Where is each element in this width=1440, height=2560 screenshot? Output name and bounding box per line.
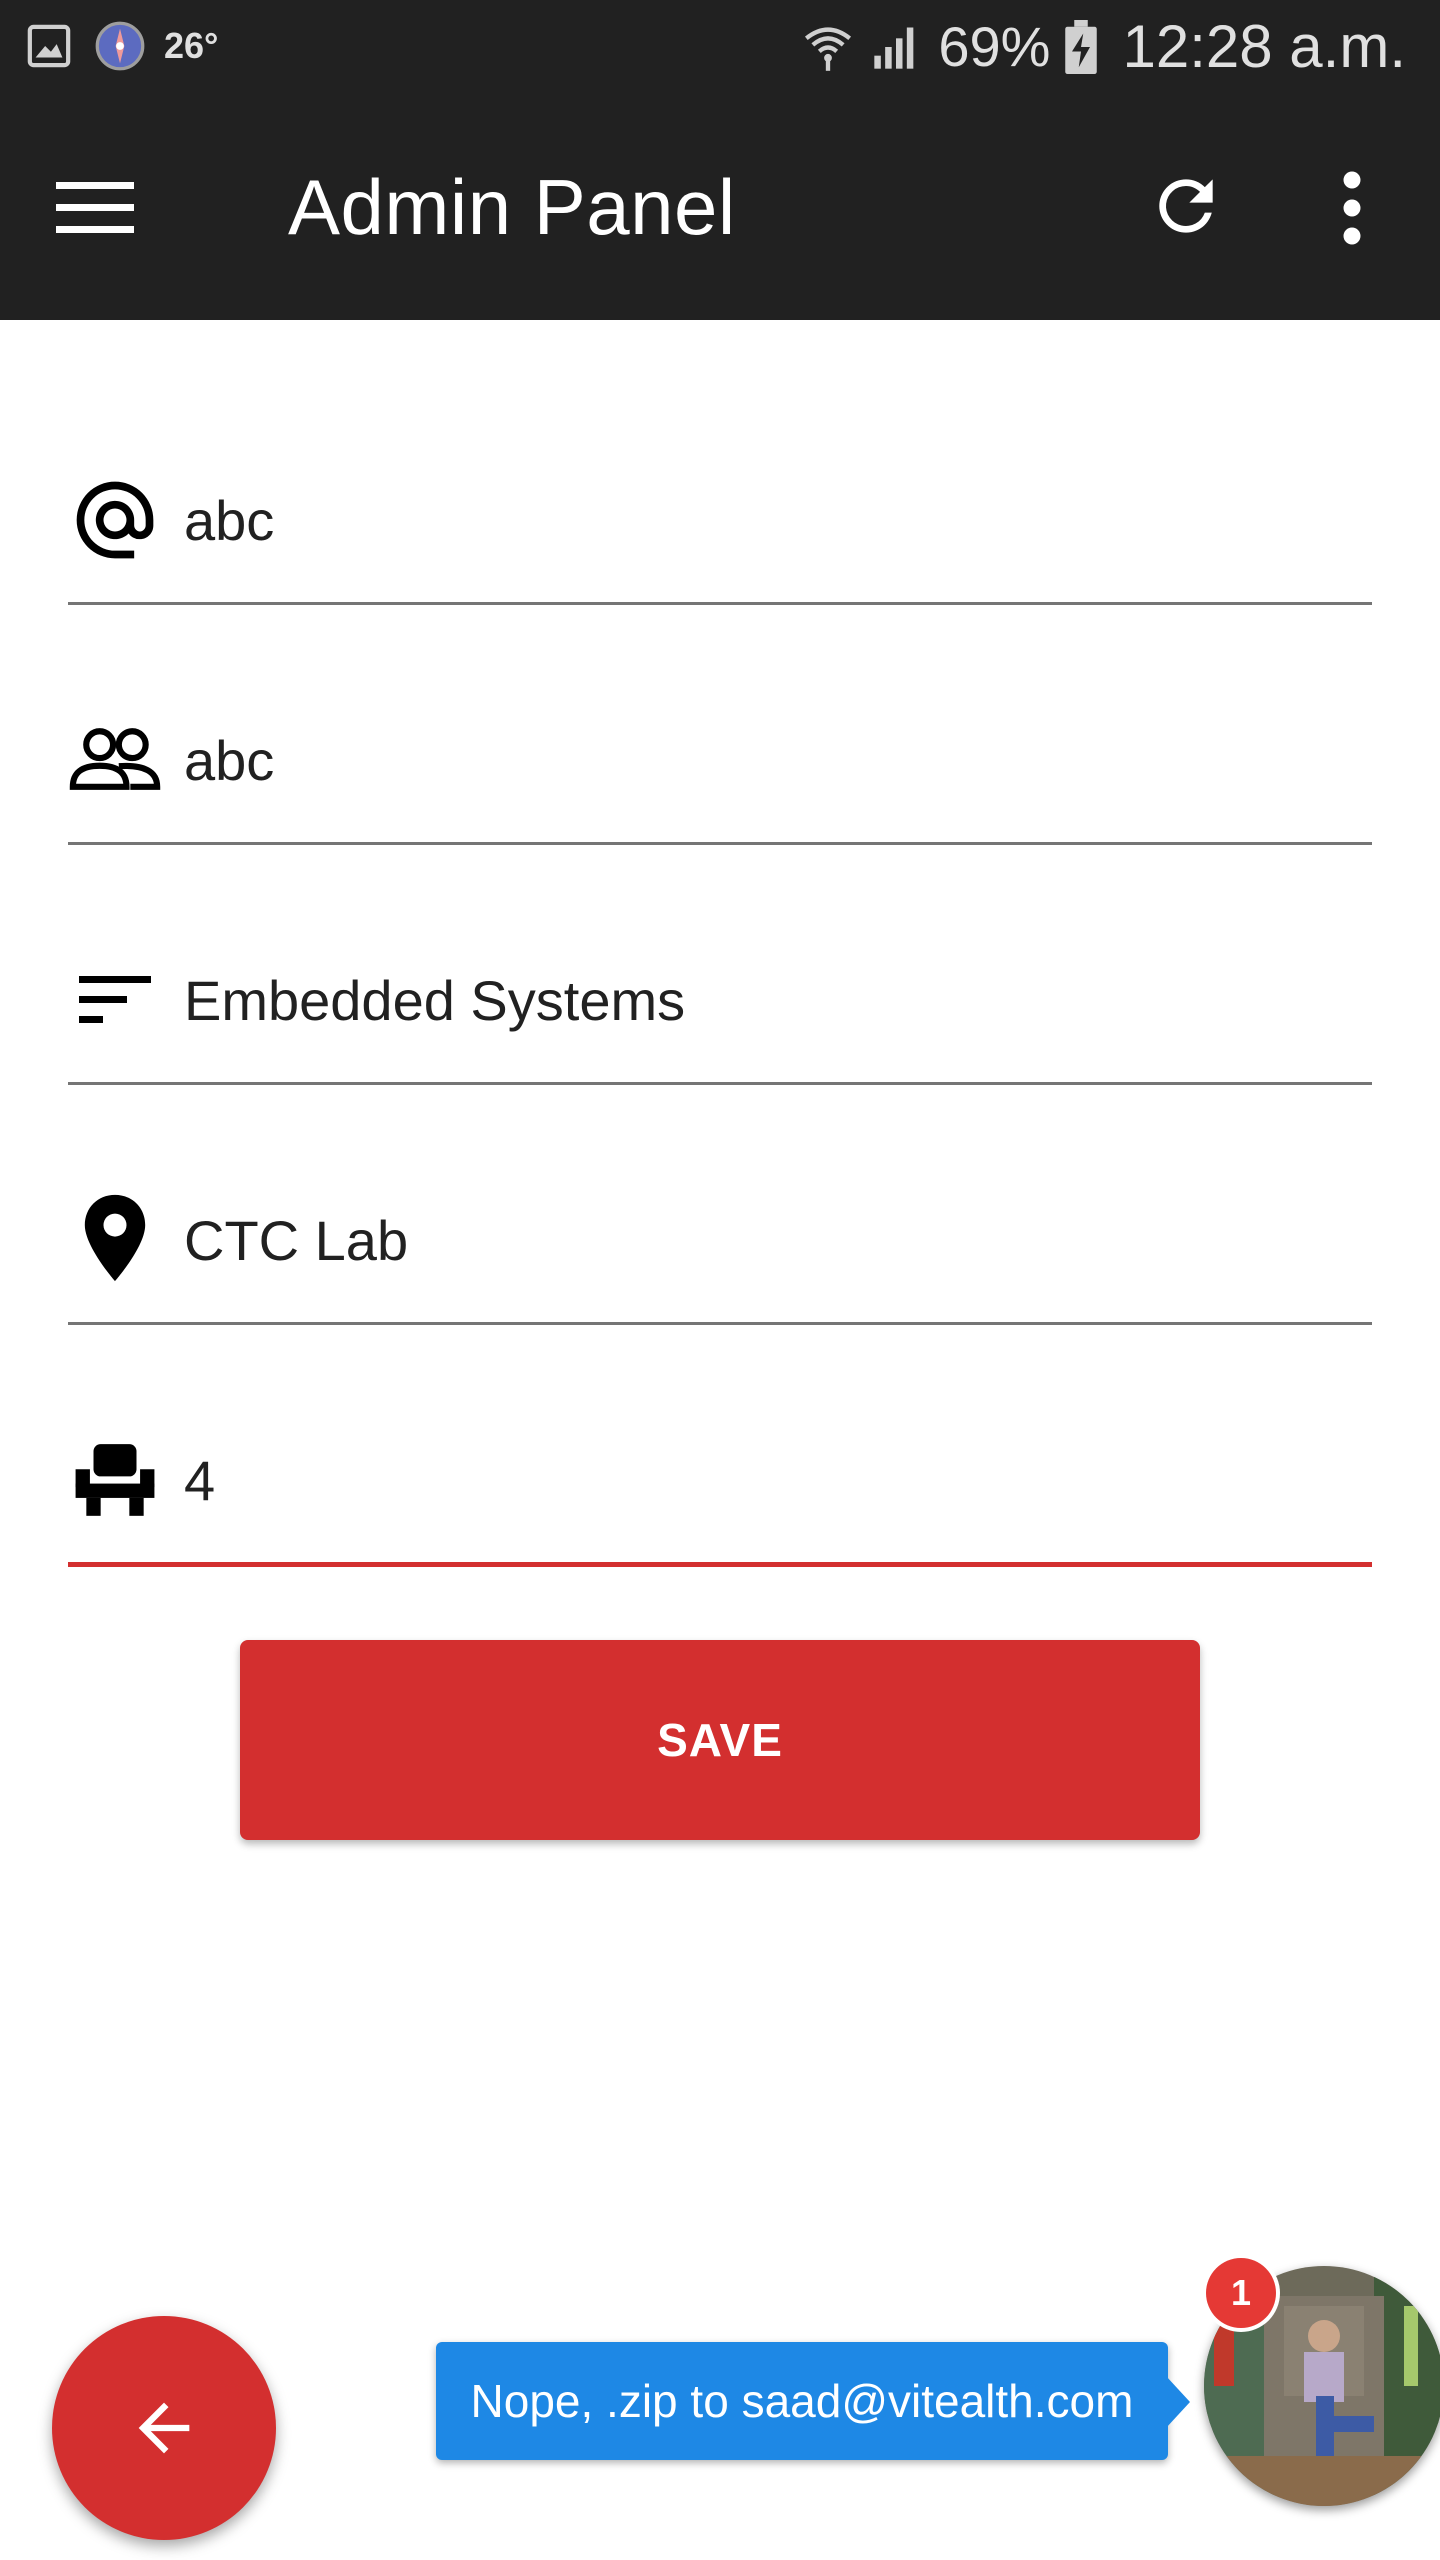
field-underline: [68, 1082, 1372, 1085]
location-field[interactable]: CTC Lab: [68, 1170, 1372, 1380]
more-options-button[interactable]: [1322, 170, 1382, 246]
category-value: Embedded Systems: [184, 969, 686, 1032]
battery-percent: 69%: [938, 15, 1051, 78]
group-value: abc: [184, 729, 275, 792]
save-button[interactable]: SAVE: [240, 1640, 1200, 1840]
more-vert-icon: [1343, 171, 1361, 245]
seats-value: 4: [184, 1449, 216, 1512]
app-bar: Admin Panel: [0, 96, 1440, 320]
arrow-back-icon: [138, 2402, 190, 2454]
category-field[interactable]: Embedded Systems: [68, 930, 1372, 1140]
at-icon: [68, 470, 162, 570]
compass-icon: [95, 21, 145, 71]
location-value: CTC Lab: [184, 1209, 409, 1272]
group-field[interactable]: abc: [68, 690, 1372, 900]
wifi-icon: [805, 27, 852, 71]
menu-icon: [56, 182, 134, 233]
seats-field[interactable]: 4: [68, 1410, 1372, 1620]
location-pin-icon: [68, 1188, 162, 1288]
status-left: 26°: [26, 20, 218, 72]
back-fab[interactable]: [52, 2316, 276, 2540]
refresh-icon: [1159, 179, 1213, 233]
status-bar: 26° 69% 12:28 a.m.: [0, 0, 1440, 96]
field-underline: [68, 842, 1372, 845]
sort-icon: [68, 950, 162, 1050]
email-value: abc: [184, 489, 275, 552]
signal-icon: [874, 27, 914, 69]
temperature-text: 26°: [164, 25, 219, 66]
menu-button[interactable]: [56, 178, 134, 238]
gallery-icon: [27, 24, 71, 68]
battery-charging-icon: [1065, 19, 1098, 74]
seat-icon: [68, 1430, 162, 1530]
clock: 12:28 a.m.: [1122, 13, 1406, 80]
field-underline: [68, 602, 1372, 605]
field-underline-active: [68, 1562, 1372, 1567]
email-field[interactable]: abc: [68, 450, 1372, 660]
refresh-button[interactable]: [1146, 166, 1226, 246]
chat-bubble-tail: [1166, 2376, 1190, 2428]
field-underline: [68, 1322, 1372, 1325]
chat-unread-badge: 1: [1206, 2258, 1276, 2328]
status-right: 69% 12:28 a.m.: [802, 12, 1406, 81]
group-icon: [68, 710, 162, 810]
chat-message-bubble[interactable]: Nope, .zip to saad@vitealth.com: [436, 2342, 1168, 2460]
page-title: Admin Panel: [288, 163, 736, 251]
